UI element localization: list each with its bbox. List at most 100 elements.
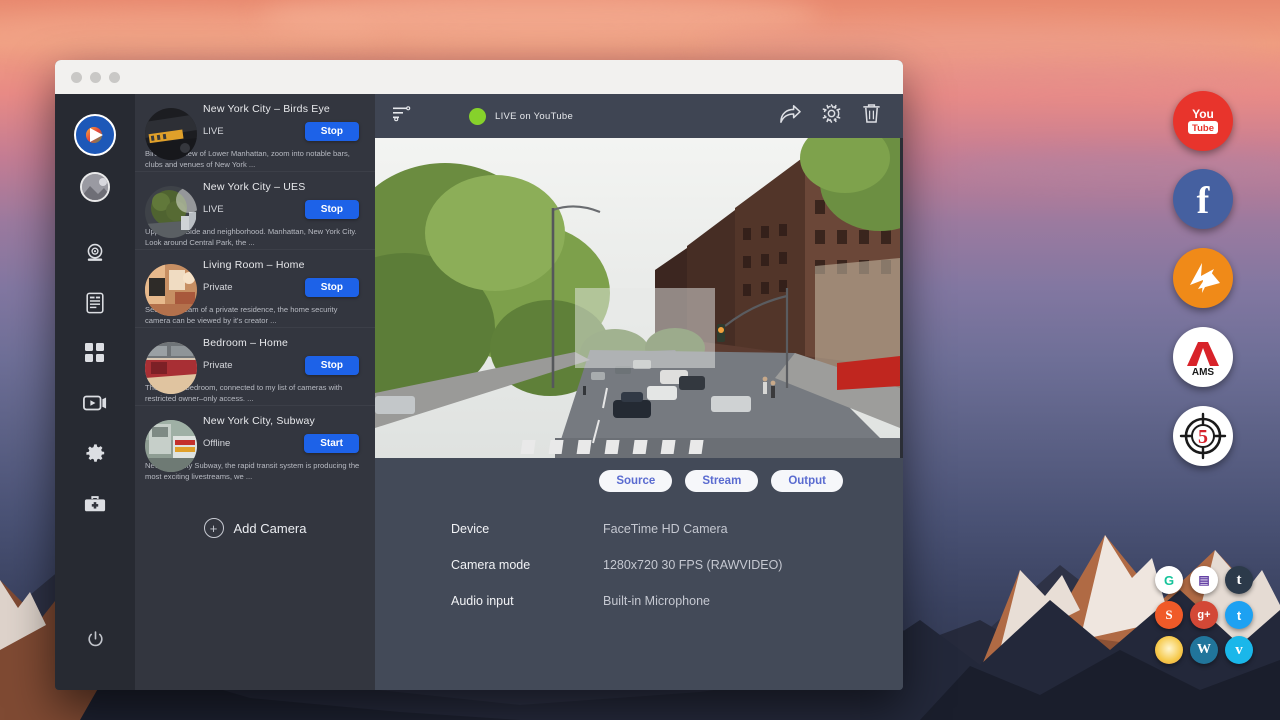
sidebar-item-device[interactable]	[78, 286, 112, 320]
sidebar-item-power[interactable]	[78, 622, 112, 656]
sidebar-item-settings[interactable]	[78, 436, 112, 470]
sidebar-item-camera[interactable]	[78, 236, 112, 270]
camera-action-button[interactable]: Stop	[305, 200, 359, 219]
video-preview[interactable]	[375, 138, 903, 458]
camera-thumbnail	[145, 420, 197, 472]
sidebar-item-toolkit[interactable]	[78, 486, 112, 520]
trash-icon[interactable]	[862, 103, 881, 129]
app-logo[interactable]	[74, 114, 116, 156]
window-close-button[interactable]	[71, 72, 82, 83]
twitch-icon[interactable]: ▤	[1190, 566, 1218, 594]
youtube-dock-icon[interactable]: You Tube	[1173, 91, 1233, 151]
adobe-ams-glyph: AMS	[1181, 335, 1225, 379]
camera-title: New York City – Birds Eye	[203, 103, 365, 115]
flickr-icon[interactable]	[1155, 636, 1183, 664]
svg-text:AMS: AMS	[1192, 367, 1215, 378]
list-item[interactable]: New York City, Subway Offline Start New …	[135, 406, 375, 484]
tablet-icon	[85, 292, 105, 314]
target5-glyph: 5	[1177, 410, 1229, 462]
gear-glyph	[821, 103, 842, 124]
list-item[interactable]: Bedroom – Home Private Stop The master b…	[135, 328, 375, 406]
tab-stream[interactable]: Stream	[685, 470, 758, 492]
webcam-icon	[84, 242, 106, 264]
spec-row: Audio input Built-in Microphone	[451, 594, 903, 608]
camera-title: New York City – UES	[203, 181, 365, 193]
list-item[interactable]: New York City – UES LIVE Stop Upper East…	[135, 172, 375, 250]
camera-status: Private	[203, 360, 233, 371]
add-camera-button[interactable]: + Add Camera	[204, 518, 307, 538]
googleplus-mini-icon[interactable]: g+	[1190, 601, 1218, 629]
camera-title: New York City, Subway	[203, 415, 365, 427]
tab-source[interactable]: Source	[599, 470, 672, 492]
pane-topbar: LIVE on YouTube	[375, 94, 903, 138]
grammarly-icon[interactable]: G	[1155, 566, 1183, 594]
camera-thumbnail	[145, 264, 197, 316]
list-item[interactable]: Living Room – Home Private Stop Secured …	[135, 250, 375, 328]
window-minimize-button[interactable]	[90, 72, 101, 83]
settings-gear-icon[interactable]	[821, 103, 842, 129]
birds-eye-thumb-icon	[145, 108, 197, 160]
camera-status: LIVE	[203, 204, 224, 215]
video-icon	[83, 394, 107, 412]
svg-text:Tube: Tube	[1192, 123, 1214, 134]
sidebar-item-grid[interactable]	[78, 336, 112, 370]
share-glyph	[779, 104, 801, 124]
add-camera-section: + Add Camera	[135, 484, 375, 690]
foreground-rocks	[860, 480, 1280, 720]
desktop: New York City – Birds Eye LIVE Stop Bird…	[0, 0, 1280, 720]
stream-frame	[375, 138, 900, 458]
camera-list: New York City – Birds Eye LIVE Stop Bird…	[135, 94, 375, 690]
spec-value: 1280x720 30 FPS (RAWVIDEO)	[603, 558, 782, 572]
camera-status: Offline	[203, 438, 230, 449]
subway-thumb-icon	[145, 420, 197, 472]
main-pane: LIVE on YouTube	[375, 94, 903, 690]
play-logo-icon	[83, 123, 107, 147]
shutterstock-icon[interactable]: S	[1155, 601, 1183, 629]
camera-status: Private	[203, 282, 233, 293]
user-avatar[interactable]	[80, 172, 110, 202]
camera-action-button[interactable]: Start	[304, 434, 359, 453]
tumblr-icon[interactable]: t	[1225, 566, 1253, 594]
sidebar-rail	[55, 94, 135, 690]
trash-glyph	[862, 103, 881, 124]
spec-label: Camera mode	[451, 558, 603, 572]
spec-value: FaceTime HD Camera	[603, 522, 728, 536]
gear-icon	[85, 443, 106, 464]
spec-label: Audio input	[451, 594, 603, 608]
vimeo-icon[interactable]: v	[1225, 636, 1253, 664]
list-item[interactable]: New York City – Birds Eye LIVE Stop Bird…	[135, 94, 375, 172]
live-indicator-dot	[469, 108, 486, 125]
twitter-mini-icon[interactable]: t	[1225, 601, 1253, 629]
plus-icon: +	[204, 518, 224, 538]
camera-thumbnail	[145, 108, 197, 160]
avatar-icon	[82, 174, 110, 202]
living-room-thumb-icon	[145, 264, 197, 316]
power-icon	[86, 630, 105, 649]
wordpress-icon[interactable]: W	[1190, 636, 1218, 664]
sidebar-item-video[interactable]	[78, 386, 112, 420]
list-settings-icon[interactable]	[393, 106, 411, 127]
camera-action-button[interactable]: Stop	[305, 356, 359, 375]
camera-action-button[interactable]: Stop	[305, 122, 359, 141]
ues-thumb-icon	[145, 186, 197, 238]
grid-icon	[85, 343, 105, 363]
wirecast-bolt-glyph	[1180, 255, 1226, 301]
camera-title: Bedroom – Home	[203, 337, 365, 349]
svg-text:You: You	[1192, 107, 1214, 121]
source-specs: Device FaceTime HD Camera Camera mode 12…	[375, 492, 903, 630]
target5-dock-icon[interactable]: 5	[1173, 406, 1233, 466]
camera-action-button[interactable]: Stop	[305, 278, 359, 297]
spec-label: Device	[451, 522, 603, 536]
window-maximize-button[interactable]	[109, 72, 120, 83]
spec-value: Built-in Microphone	[603, 594, 710, 608]
adobe-ams-dock-icon[interactable]: AMS	[1173, 327, 1233, 387]
window-titlebar	[55, 60, 903, 94]
facebook-dock-icon[interactable]: f	[1173, 169, 1233, 229]
mode-tabs: Source Stream Output	[375, 458, 903, 492]
share-arrow-icon[interactable]	[779, 104, 801, 129]
first-aid-icon	[84, 494, 106, 513]
camera-status: LIVE	[203, 126, 224, 137]
tab-output[interactable]: Output	[771, 470, 843, 492]
wirecast-dock-icon[interactable]	[1173, 248, 1233, 308]
youtube-glyph: You Tube	[1180, 104, 1226, 138]
